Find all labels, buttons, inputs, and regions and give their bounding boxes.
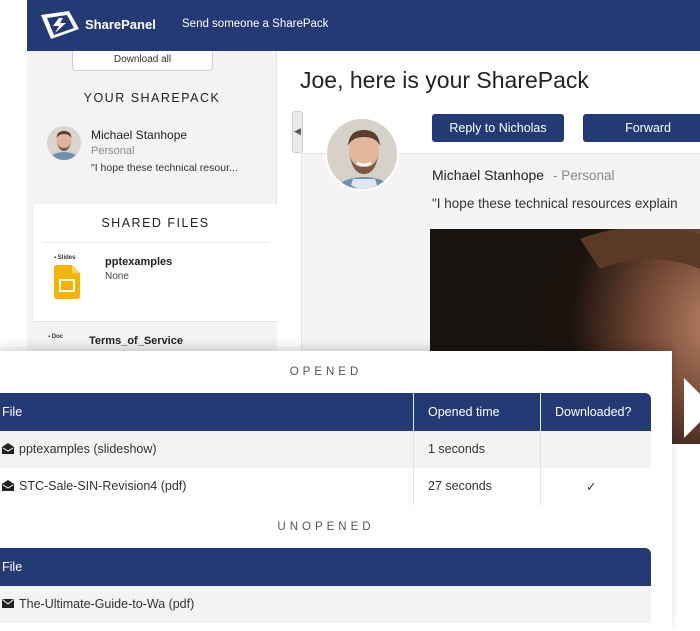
table-row[interactable]: STC-Sale-SIN-Revision4 (pdf) 27 seconds … [0,468,651,505]
google-slides-icon[interactable] [54,265,80,299]
sidebar: Download all YOUR SHAREPACK Michael Stan… [27,51,303,351]
opened-table-header: File Opened time Downloaded? [0,393,651,431]
message-text: "I hope these technical resources explai… [432,196,678,211]
sharepack-page: SharePanel Send someone a SharePack Down… [0,0,700,631]
message-sender-type: - Personal [553,168,615,183]
sender-type: Personal [91,145,135,157]
your-sharepack-heading: YOUR SHAREPACK [83,91,221,105]
open-envelope-icon [2,480,14,491]
sharepanel-logo-icon[interactable] [39,9,81,41]
download-all-button[interactable]: Download all [72,51,213,71]
column-divider [413,431,414,468]
unopened-file-name[interactable]: The-Ultimate-Guide-to-Wa (pdf) [19,597,194,611]
slides-file-type-tag: ▪ Slides [54,255,76,261]
unopened-table-header: File [0,548,651,586]
table-row[interactable]: pptexamples (slideshow) 1 seconds [0,431,651,468]
top-navbar: SharePanel Send someone a SharePack [27,0,700,51]
send-sharepack-link[interactable]: Send someone a SharePack [182,18,328,30]
opened-section-label: OPENED [289,366,363,378]
shared-file-name[interactable]: Terms_of_Service [89,335,183,347]
column-header-file: File [2,405,23,419]
column-header-downloaded: Downloaded? [555,405,632,419]
page-title: Joe, here is your SharePack [300,67,589,93]
sender-avatar [47,126,81,160]
sharepack-stats-panel: OPENED File Opened time Downloaded? ppte… [0,351,672,631]
shared-file-name[interactable]: pptexamples [105,256,172,268]
forward-button[interactable]: Forward [583,114,700,142]
opened-file-name[interactable]: STC-Sale-SIN-Revision4 (pdf) [19,479,186,493]
divider [42,242,270,243]
chevron-left-icon: ◀ [294,126,301,136]
shared-file-subtitle: None [105,271,129,282]
opened-time: 27 seconds [428,479,492,493]
column-divider [540,393,541,431]
opened-file-name[interactable]: pptexamples (slideshow) [19,442,157,456]
downloaded-check: ✓ [586,480,597,494]
shared-files-heading: SHARED FILES [101,216,210,230]
unopened-section-label: UNOPENED [277,521,375,533]
opened-time: 1 seconds [428,442,485,456]
column-divider [540,468,541,505]
table-row[interactable]: The-Ultimate-Guide-to-Wa (pdf) [0,586,651,623]
message-sender-name: Michael Stanhope [432,167,545,183]
sender-message-preview: "I hope these technical resour... [91,162,238,174]
reply-button[interactable]: Reply to Nicholas [432,114,564,142]
column-header-file: File [2,560,23,574]
column-divider [413,393,414,431]
collapse-sidebar-button[interactable]: ◀ [292,111,303,153]
play-icon[interactable] [684,378,700,438]
doc-file-type-tag: ▪ Doc [48,334,64,340]
sender-name: Michael Stanhope [91,128,188,142]
sender-avatar-large [325,117,399,191]
brand-name[interactable]: SharePanel [85,17,156,32]
column-header-opened-time: Opened time [428,405,500,419]
shared-files-panel: SHARED FILES ▪ Slides pptexamples None [34,204,277,351]
closed-envelope-icon [2,599,14,608]
column-divider [540,431,541,468]
open-envelope-icon [2,443,14,454]
column-divider [413,468,414,505]
